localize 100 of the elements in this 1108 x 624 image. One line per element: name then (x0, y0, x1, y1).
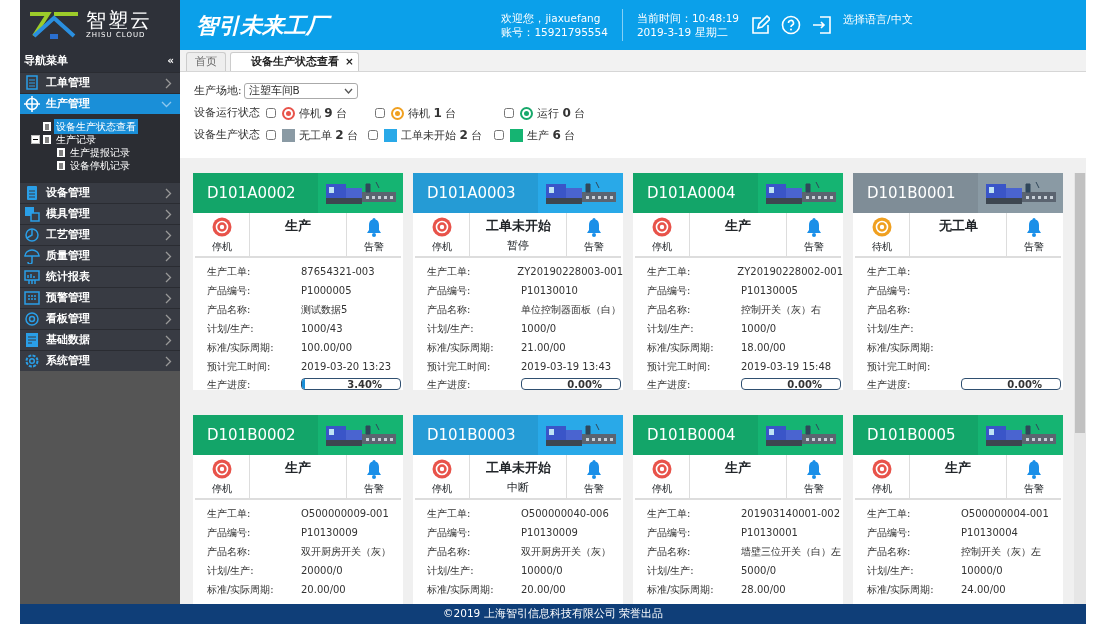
field-label: 计划/生产: (427, 322, 475, 336)
checkbox[interactable] (368, 130, 379, 140)
chevron-right-icon (165, 187, 172, 199)
machine-id: D101B0002 (193, 415, 318, 455)
site-select[interactable]: 注塑车间B (243, 83, 358, 99)
footer-text: ©2019 上海智引信息科技有限公司 荣誉出品 (20, 604, 1086, 624)
field-value: 1000/0 (521, 322, 557, 336)
sidebar-item[interactable]: 看板管理 (20, 308, 180, 329)
sidebar-item[interactable]: 系统管理 (20, 350, 180, 371)
field-value: 双开厨房开关（灰） (521, 545, 611, 559)
chevron-down-icon (343, 88, 353, 94)
collapse-toggle-icon[interactable] (31, 135, 40, 144)
machine-id: D101B0003 (413, 415, 538, 455)
tree-item[interactable]: 设备生产状态查看 (54, 119, 138, 134)
circle-icon (24, 227, 40, 243)
bell-icon[interactable] (586, 217, 602, 237)
tree-item[interactable]: 设备停机记录 (68, 158, 132, 173)
bell-icon[interactable] (806, 217, 822, 237)
checkbox[interactable] (494, 130, 505, 140)
field-label: 生产工单: (867, 507, 912, 521)
bell-icon[interactable] (1026, 459, 1042, 479)
progress-text: 3.40% (347, 379, 382, 389)
field-value: 28.00/00 (741, 583, 786, 597)
current-date: 2019-3-19 星期二 (636, 25, 729, 39)
field-label: 生产进度: (647, 377, 692, 392)
bell-icon[interactable] (586, 459, 602, 479)
sidebar-item[interactable]: 预警管理 (20, 287, 180, 308)
edit-icon[interactable] (750, 15, 771, 35)
field-label: 产品名称: (647, 303, 692, 317)
progress-text: 0.00% (787, 379, 822, 389)
run-status: 停机 (432, 482, 452, 496)
alarm-label: 告警 (1024, 240, 1044, 254)
sidebar-item[interactable]: 质量管理 (20, 245, 180, 266)
field-value: 5000/0 (741, 564, 777, 578)
machine-drawing (985, 422, 1056, 448)
sidebar-item[interactable]: 模具管理 (20, 203, 180, 224)
bell-icon[interactable] (1026, 217, 1042, 237)
field-label: 标准/实际周期: (427, 583, 495, 597)
logout-icon[interactable] (812, 15, 833, 35)
machine-id: D101B0001 (853, 173, 978, 213)
machine-drawing (545, 422, 616, 448)
machine-drawing (545, 180, 616, 206)
alarm-label: 告警 (1024, 482, 1044, 496)
field-value: 控制开关（灰）左 (961, 545, 1041, 559)
checkbox[interactable] (504, 108, 515, 118)
document-icon (42, 134, 52, 145)
tree-item[interactable]: 生产提报记录 (68, 145, 132, 160)
progress-text: 0.00% (567, 379, 602, 389)
machine-id: D101A0004 (633, 173, 758, 213)
chevron-right-icon (165, 271, 172, 283)
field-value: 墙壁三位开关（白）左 (741, 545, 841, 559)
bell-icon[interactable] (806, 459, 822, 479)
sidebar-item[interactable]: 设备管理 (20, 182, 180, 203)
scrollbar-thumb[interactable] (1075, 173, 1085, 433)
field-value: O500000004-001 (961, 507, 1049, 521)
scrollbar[interactable] (1074, 173, 1086, 604)
tab[interactable]: 设备生产状态查看 × (230, 52, 359, 71)
bell-icon[interactable] (366, 217, 382, 237)
field-label: 产品编号: (207, 526, 252, 540)
tab[interactable]: 首页 (186, 52, 226, 71)
sidebar-item[interactable]: 工单管理 (20, 72, 180, 93)
field-label: 标准/实际周期: (207, 583, 275, 597)
field-label: 生产进度: (867, 377, 912, 392)
run-status: 待机 (872, 240, 892, 254)
sidebar-item[interactable]: 生产管理 (20, 93, 180, 114)
field-value: O500000040-006 (521, 507, 609, 521)
alarm-label: 告警 (364, 240, 384, 254)
field-value: P10130004 (961, 526, 1018, 540)
field-label: 产品编号: (867, 284, 912, 298)
field-value: 10000/0 (521, 564, 563, 578)
sidebar-item[interactable]: 工艺管理 (20, 224, 180, 245)
checkbox[interactable] (266, 130, 276, 140)
field-value: 控制开关（灰）右 (741, 303, 821, 317)
field-label: 预计完工时间: (427, 360, 492, 374)
checkbox[interactable] (266, 108, 276, 118)
collapse-button[interactable]: « (167, 53, 174, 69)
field-label: 生产工单: (647, 507, 692, 521)
field-label: 计划/生产: (207, 564, 255, 578)
document-icon (56, 160, 66, 171)
tree-item[interactable]: 生产记录 (54, 132, 98, 147)
field-value: 1000/0 (741, 322, 777, 336)
chevron-right-icon (165, 250, 172, 262)
production-status: 无工单 (938, 217, 978, 235)
field-label: 生产工单: (647, 265, 692, 279)
field-label: 计划/生产: (207, 322, 255, 336)
field-value: 24.00/00 (961, 583, 1006, 597)
close-button[interactable]: × (345, 54, 354, 70)
field-label: 产品编号: (207, 284, 252, 298)
sidebar-item[interactable]: 统计报表 (20, 266, 180, 287)
run-status: 停机 (212, 240, 232, 254)
chevron-right-icon (165, 208, 172, 220)
field-label: 产品编号: (867, 526, 912, 540)
sidebar-item[interactable]: 基础数据 (20, 329, 180, 350)
field-value: ZY20190228003-001 (517, 265, 623, 279)
help-icon[interactable] (781, 15, 802, 35)
umbrella-icon (24, 248, 40, 264)
field-label: 产品编号: (647, 526, 692, 540)
bell-icon[interactable] (366, 459, 382, 479)
machine-drawing (985, 180, 1056, 206)
checkbox[interactable] (375, 108, 386, 118)
